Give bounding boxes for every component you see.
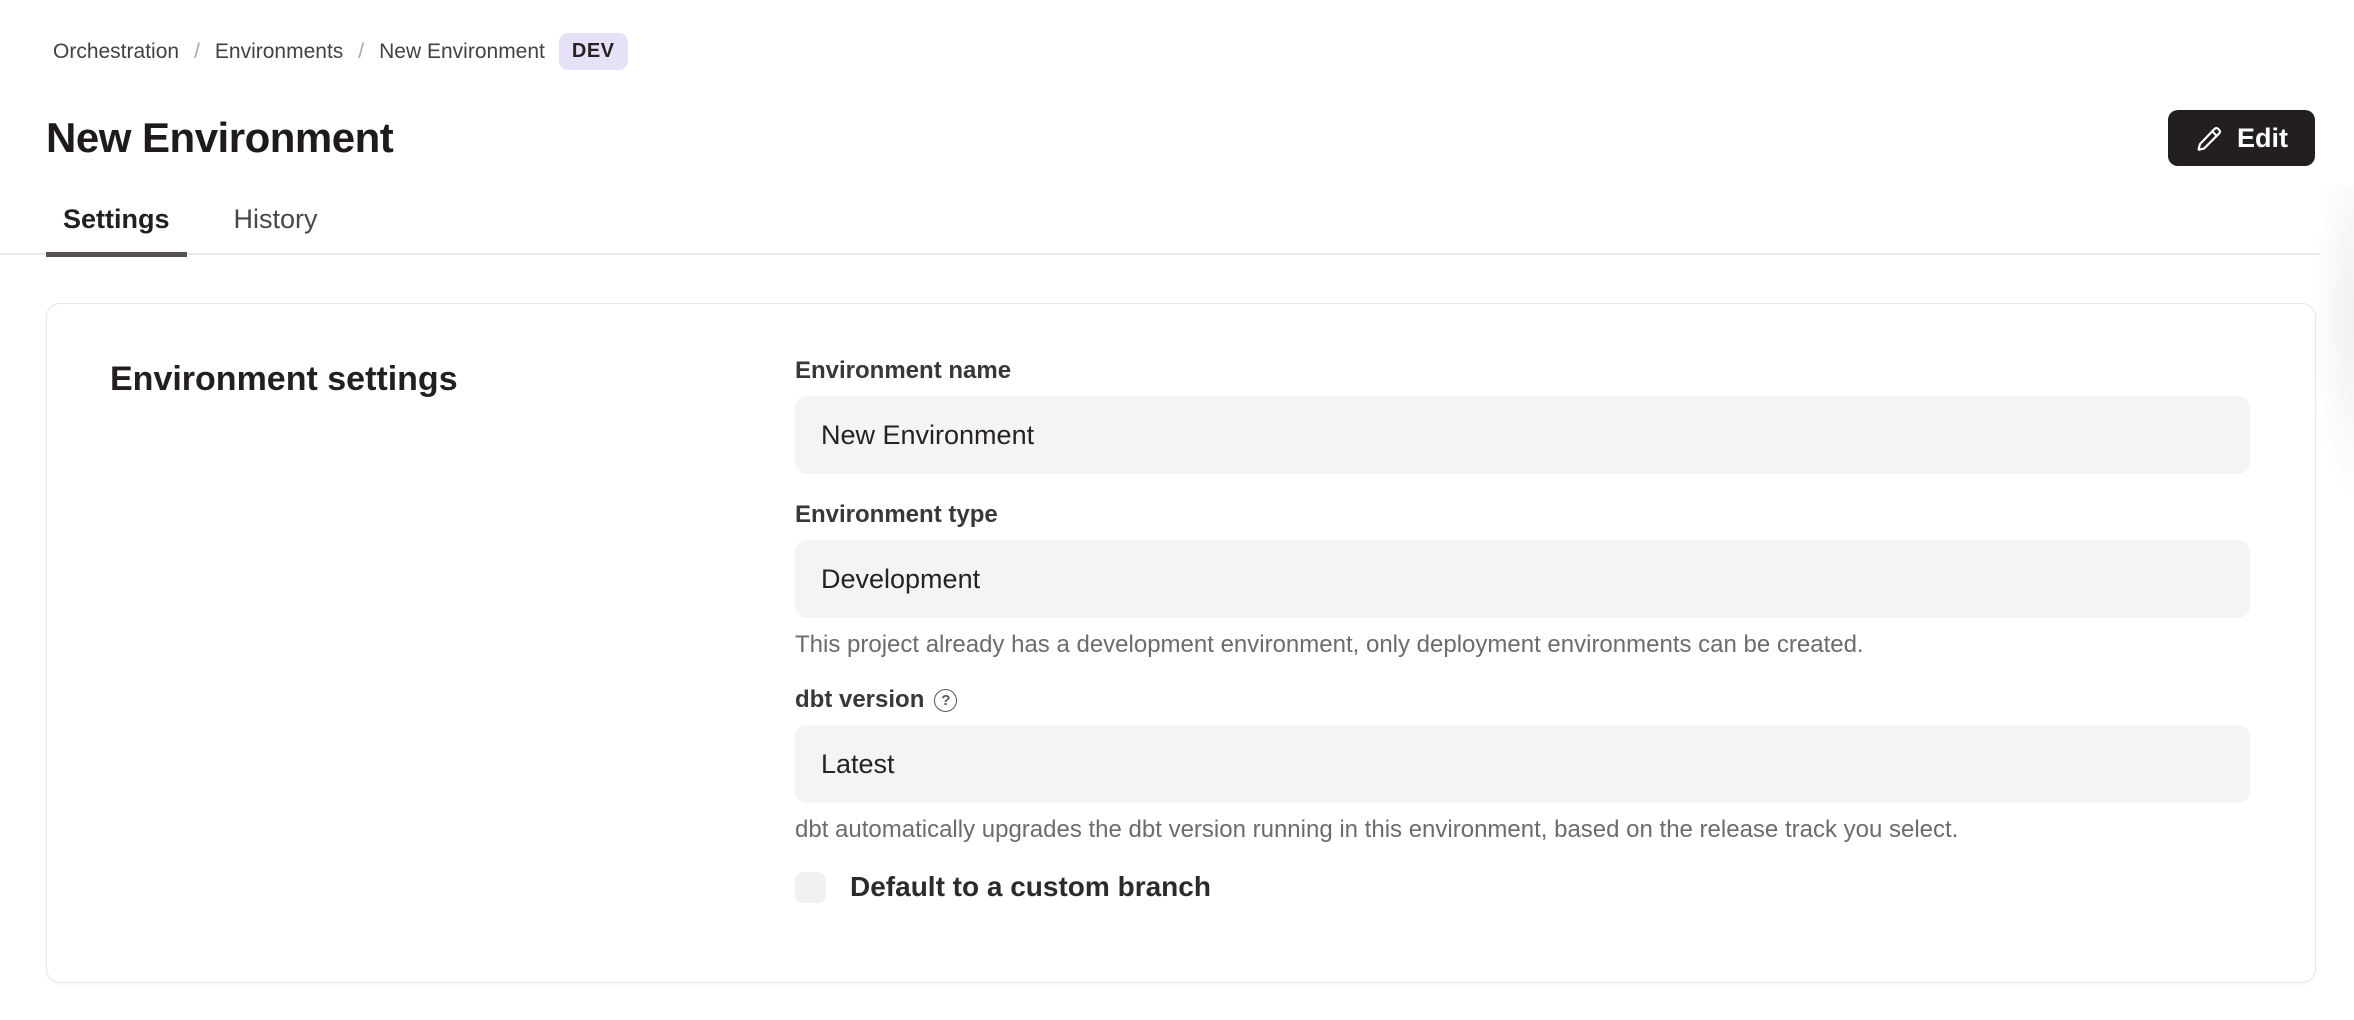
edit-button[interactable]: Edit xyxy=(2168,110,2315,166)
dbt-version-input[interactable]: Latest xyxy=(795,725,2250,803)
environment-name-field: Environment name New Environment xyxy=(795,357,2250,474)
environment-type-label: Environment type xyxy=(795,501,2250,529)
environment-settings-card: Environment settings Environment name Ne… xyxy=(46,303,2316,983)
tab-bar: Settings History xyxy=(0,204,2354,255)
breadcrumb-separator: / xyxy=(194,40,200,64)
environment-type-helper: This project already has a development e… xyxy=(795,631,2250,659)
card-heading: Environment settings xyxy=(110,360,795,399)
custom-branch-label: Default to a custom branch xyxy=(850,871,1211,903)
tab-settings[interactable]: Settings xyxy=(46,204,187,257)
page-header: New Environment Edit xyxy=(46,110,2315,166)
environment-type-label-text: Environment type xyxy=(795,501,998,529)
pencil-icon xyxy=(2195,124,2224,153)
environment-type-input[interactable]: Development xyxy=(795,540,2250,618)
environment-name-input[interactable]: New Environment xyxy=(795,396,2250,474)
breadcrumb-item-environments[interactable]: Environments xyxy=(215,40,343,64)
question-circle-icon[interactable]: ? xyxy=(934,689,957,712)
environment-type-field: Environment type Development This projec… xyxy=(795,501,2250,659)
dbt-version-label-text: dbt version xyxy=(795,686,924,714)
environment-name-label: Environment name xyxy=(795,357,2250,385)
card-heading-column: Environment settings xyxy=(47,304,795,982)
dbt-version-field: dbt version ? Latest dbt automatically u… xyxy=(795,686,2250,844)
environment-settings-form: Environment name New Environment Environ… xyxy=(795,304,2250,982)
custom-branch-row: Default to a custom branch xyxy=(795,871,2250,903)
custom-branch-checkbox[interactable] xyxy=(795,872,826,903)
tab-history[interactable]: History xyxy=(217,204,335,255)
page-title: New Environment xyxy=(46,114,393,162)
breadcrumb-separator: / xyxy=(358,40,364,64)
breadcrumb: Orchestration / Environments / New Envir… xyxy=(0,0,2354,70)
dbt-version-helper: dbt automatically upgrades the dbt versi… xyxy=(795,816,2250,844)
dbt-version-label: dbt version ? xyxy=(795,686,2250,714)
right-edge-shade xyxy=(2310,185,2354,655)
environment-dev-badge: DEV xyxy=(559,33,628,70)
environment-name-label-text: Environment name xyxy=(795,357,1011,385)
breadcrumb-item-orchestration[interactable]: Orchestration xyxy=(53,40,179,64)
edit-button-label: Edit xyxy=(2237,123,2288,154)
breadcrumb-item-new-environment[interactable]: New Environment xyxy=(379,40,545,64)
